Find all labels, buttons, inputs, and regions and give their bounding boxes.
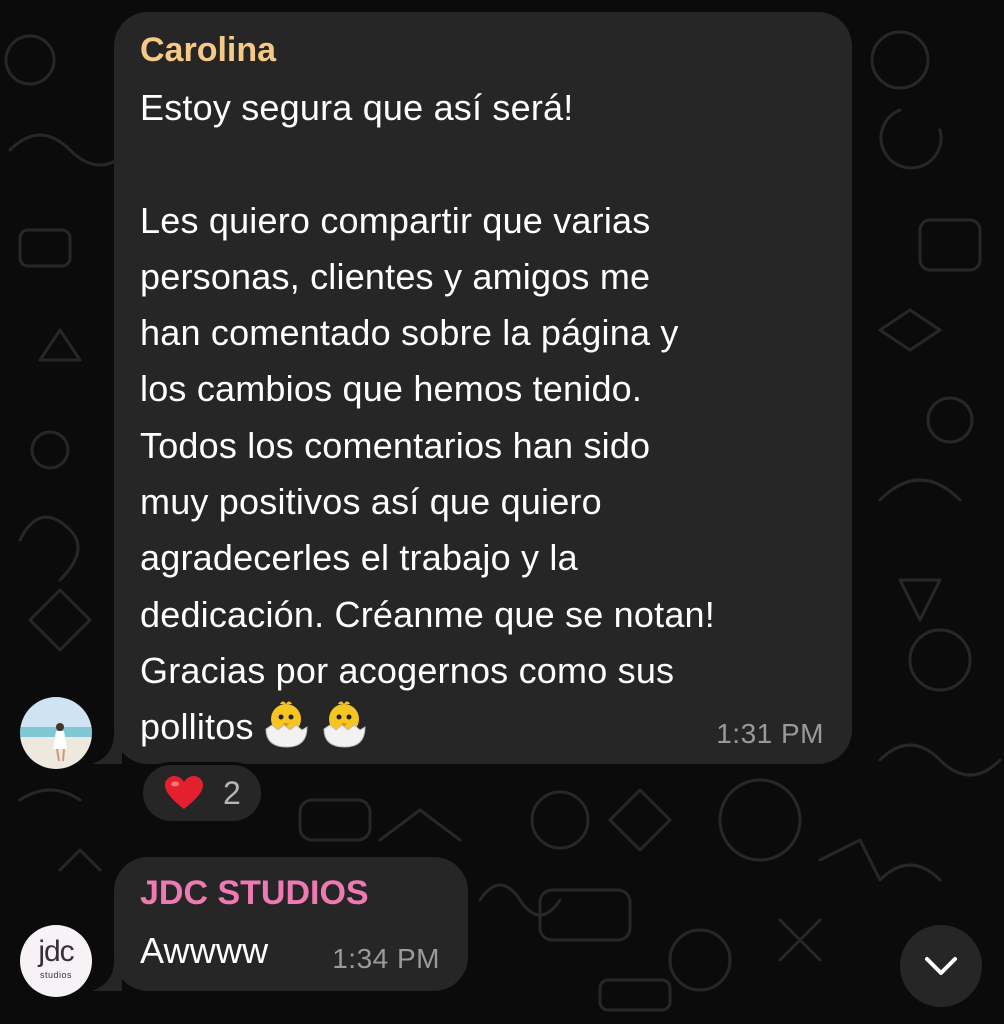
hatching-chick-icon: [323, 701, 366, 748]
sender-name-carolina[interactable]: Carolina: [140, 30, 826, 70]
reaction-badge[interactable]: 2: [140, 762, 264, 824]
scroll-to-bottom-button[interactable]: [900, 925, 982, 1007]
avatar-jdc-studios[interactable]: jdc studios: [20, 925, 92, 997]
chevron-down-icon: [925, 957, 957, 975]
hatching-chick-icon: [265, 701, 308, 748]
avatar-logo-subtext: studios: [39, 970, 73, 980]
avatar-photo: [20, 697, 92, 769]
chat-view[interactable]: Carolina Estoy segura que así será! Les …: [0, 0, 1004, 1024]
message-text: Estoy segura que así será! Les quiero co…: [140, 80, 826, 756]
reaction-count: 2: [223, 774, 241, 811]
message-bubble-jdc-studios[interactable]: JDC STUDIOS Awwww 1:34 PM: [114, 857, 468, 991]
message-bubble-carolina[interactable]: Carolina Estoy segura que así será! Les …: [114, 12, 852, 764]
message-timestamp: 1:31 PM: [716, 718, 824, 749]
message-timestamp: 1:34 PM: [332, 943, 440, 974]
avatar-logo-text: jdc: [38, 935, 74, 968]
avatar-carolina[interactable]: [20, 697, 92, 769]
sender-name-jdc-studios[interactable]: JDC STUDIOS: [140, 873, 442, 913]
heart-icon: [165, 776, 203, 809]
